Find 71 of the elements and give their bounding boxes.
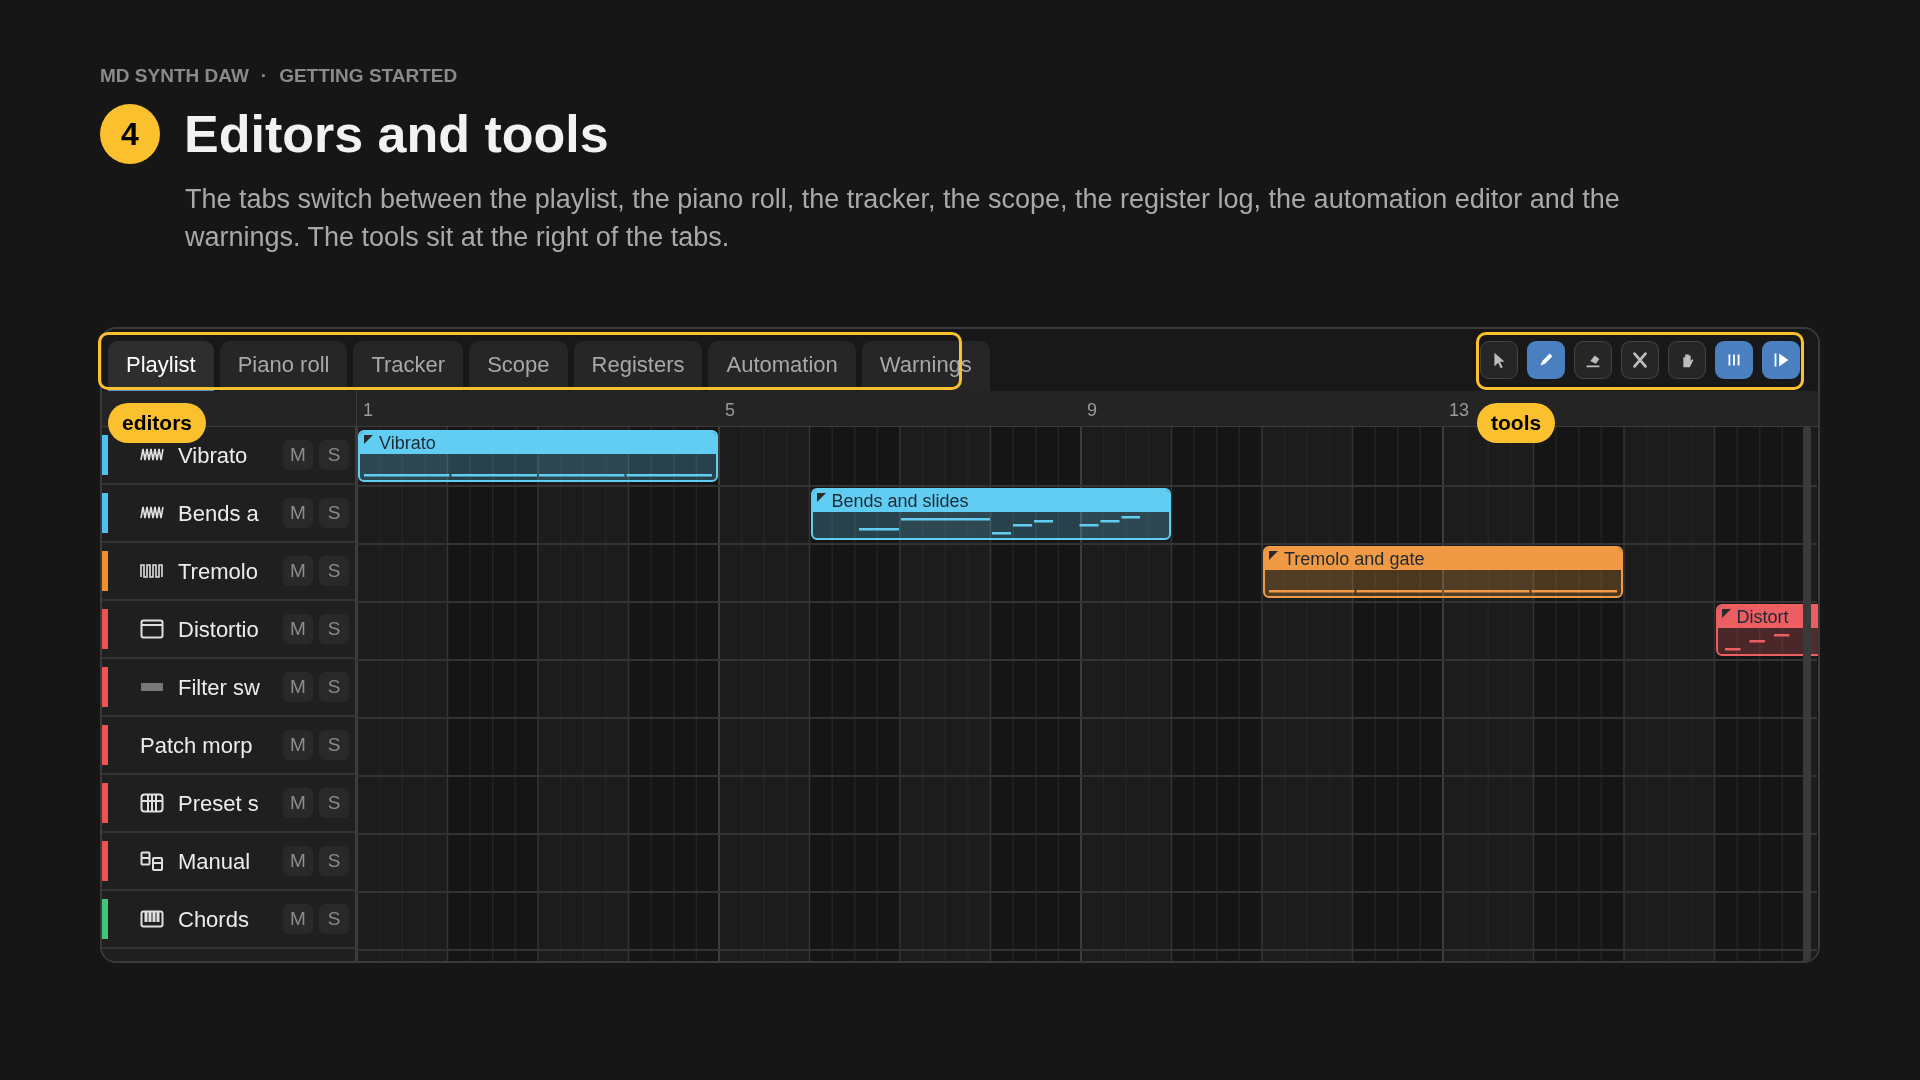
clip[interactable]: Tremolo and gate (1263, 546, 1623, 598)
bar-number: 9 (1087, 399, 1097, 422)
clip-label: Distort (1736, 608, 1789, 626)
corner-flag-icon (816, 493, 826, 502)
grid-icon (140, 793, 164, 813)
track-name: Bends a (178, 499, 259, 528)
mute-button[interactable]: M (283, 846, 313, 876)
cut-tool-button[interactable] (1621, 341, 1659, 379)
track-name: Distortio (178, 615, 259, 644)
clip-label: Tremolo and gate (1284, 550, 1425, 568)
solo-button[interactable]: S (319, 788, 349, 818)
clip-label: Bends and slides (831, 492, 969, 510)
editor-tab[interactable]: Tracker (353, 341, 464, 391)
track-name: Preset s (178, 789, 259, 818)
bar-number: 5 (725, 399, 735, 422)
solo-button[interactable]: S (319, 440, 349, 470)
scrollbar[interactable] (1803, 427, 1811, 961)
mute-button[interactable]: M (283, 440, 313, 470)
callout-label: editors (108, 403, 206, 443)
clip[interactable]: Distort (1715, 604, 1818, 656)
eraser-tool-button[interactable] (1574, 341, 1612, 379)
solo-button[interactable]: S (319, 614, 349, 644)
hand-tool-button[interactable] (1668, 341, 1706, 379)
clip-label: Vibrato (379, 434, 436, 452)
clip[interactable]: Bends and slides (810, 488, 1171, 540)
corner-flag-icon (1269, 551, 1278, 560)
breadcrumb-separator: · (260, 63, 268, 88)
mute-button[interactable]: M (283, 614, 313, 644)
window-icon (140, 619, 164, 639)
editor-tab[interactable]: Scope (469, 341, 568, 391)
corner-flag-icon (1721, 609, 1731, 618)
solo-button[interactable]: S (319, 556, 349, 586)
track-name: Vibrato (178, 441, 248, 470)
bar-number: 13 (1449, 399, 1470, 422)
track-name: Manual (178, 847, 251, 876)
page-title: Editors and tools (184, 108, 609, 160)
editor-tab[interactable]: Playlist (108, 341, 214, 391)
step-number: 4 (100, 104, 160, 164)
track-name: Chords (178, 905, 249, 934)
breadcrumb-product: MD SYNTH DAW (100, 63, 249, 88)
solo-button[interactable]: S (319, 846, 349, 876)
clip[interactable]: Vibrato (358, 430, 718, 482)
piano-keys-icon (140, 909, 164, 929)
description: The tabs switch between the playlist, the piano roll, the tracker, the scope, the register log, the automation editor and the warnings. The tools sit at the right of the tabs. (185, 183, 1621, 254)
mute-button[interactable]: M (283, 730, 313, 760)
solo-button[interactable]: S (319, 672, 349, 702)
pointer-tool-button[interactable] (1480, 341, 1518, 379)
track-name: Patch morp (140, 731, 253, 760)
play-tool-button[interactable] (1762, 341, 1800, 379)
mute-button[interactable]: M (283, 556, 313, 586)
breadcrumb-section: GETTING STARTED (279, 61, 458, 91)
bars-tool-button[interactable] (1715, 341, 1753, 379)
bar-number: 1 (363, 399, 373, 422)
mute-button[interactable]: M (283, 904, 313, 934)
callout-label: tools (1477, 403, 1556, 443)
mute-button[interactable]: M (283, 498, 313, 528)
editor-tab[interactable]: Automation (708, 341, 856, 391)
editor-tab[interactable]: Piano roll (219, 341, 348, 391)
mute-button[interactable]: M (283, 672, 313, 702)
pads-icon (140, 851, 164, 871)
corner-flag-icon (364, 435, 373, 444)
solo-button[interactable]: S (319, 904, 349, 934)
editor-tab[interactable]: Registers (573, 341, 703, 391)
track-name: Tremolo (178, 557, 258, 586)
mute-button[interactable]: M (283, 788, 313, 818)
solo-button[interactable]: S (319, 498, 349, 528)
note-pattern (1725, 634, 1790, 651)
solo-button[interactable]: S (319, 730, 349, 760)
pencil-tool-button[interactable] (1527, 341, 1565, 379)
square-wave-icon (140, 561, 164, 581)
track-name: Filter sw (178, 673, 260, 702)
